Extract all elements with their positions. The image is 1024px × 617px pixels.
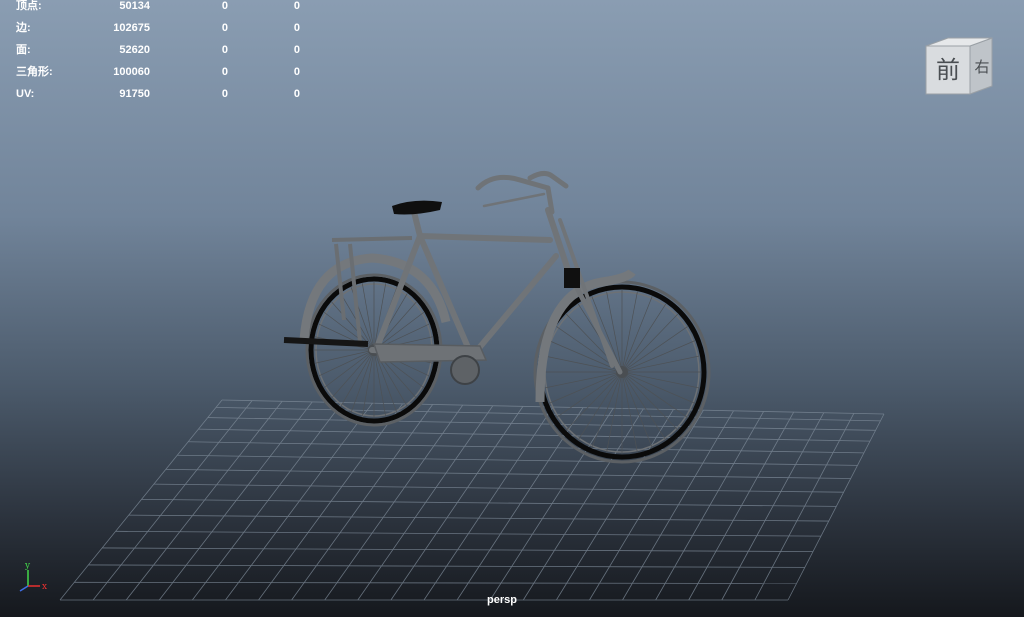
- stat-row-uvs: UV: 91750 0 0: [16, 83, 300, 105]
- axis-orientation-icon: y x: [19, 561, 47, 592]
- stat-other: 0: [293, 66, 300, 78]
- stat-other: 0: [293, 88, 300, 100]
- spoke: [565, 371, 623, 431]
- stat-label: 边:: [16, 22, 31, 34]
- stat-total: 102675: [113, 22, 150, 34]
- spoke: [331, 349, 375, 399]
- stat-label: 三角形:: [16, 66, 53, 78]
- stat-total: 91750: [119, 88, 150, 100]
- stat-other: 0: [293, 22, 300, 34]
- stat-label: UV:: [16, 88, 35, 100]
- stat-row-faces: 面: 52620 0 0: [16, 39, 300, 61]
- viewcube-right-face[interactable]: 右: [974, 58, 989, 76]
- spoke: [621, 313, 679, 373]
- poly-count-hud: 顶点: 50134 0 0 边: 102675 0 0 面: 52620 0 0…: [16, 0, 300, 105]
- stat-label: 面:: [16, 44, 31, 56]
- stat-selected: 0: [221, 88, 228, 100]
- stat-other: 0: [293, 44, 300, 56]
- stat-row-triangles: 三角形: 100060 0 0: [16, 61, 300, 83]
- handlebar: [475, 170, 569, 215]
- stat-other: 0: [293, 0, 300, 12]
- saddle: [392, 200, 442, 215]
- axis-x-label: x: [42, 582, 47, 592]
- stat-label: 顶点:: [16, 0, 42, 12]
- stat-total: 50134: [119, 0, 150, 12]
- chainring: [450, 355, 480, 385]
- spoke: [621, 371, 679, 431]
- stat-selected: 0: [221, 66, 228, 78]
- stat-selected: 0: [221, 44, 228, 56]
- camera-name-label: persp: [487, 594, 517, 606]
- stat-total: 52620: [119, 44, 150, 56]
- headlamp-bracket: [564, 268, 580, 288]
- axis-y-label: y: [24, 561, 31, 571]
- stat-selected: 0: [221, 0, 228, 12]
- stat-row-vertices: 顶点: 50134 0 0: [16, 0, 300, 17]
- stat-total: 100060: [113, 66, 150, 78]
- view-cube[interactable]: 前 右: [922, 34, 998, 100]
- stat-selected: 0: [221, 22, 228, 34]
- stat-row-edges: 边: 102675 0 0: [16, 17, 300, 39]
- perspective-viewport[interactable]: 顶点: 50134 0 0 边: 102675 0 0 面: 52620 0 0…: [0, 0, 1024, 617]
- viewcube-front-face[interactable]: 前: [936, 56, 960, 84]
